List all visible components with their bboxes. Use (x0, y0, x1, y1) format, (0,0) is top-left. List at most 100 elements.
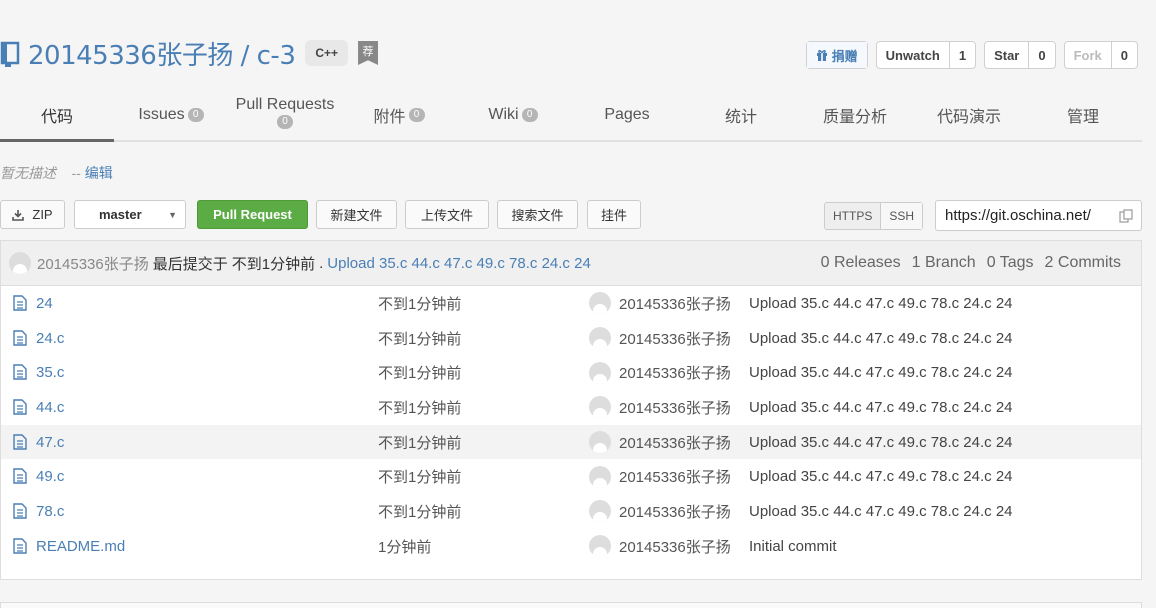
tab-wiki[interactable]: Wiki 0 (456, 90, 570, 140)
file-commit-message[interactable]: Upload 35.c 44.c 47.c 49.c 78.c 24.c 24 (749, 503, 1013, 520)
file-author[interactable]: 20145336张子扬 (619, 328, 731, 349)
avatar[interactable] (589, 292, 611, 315)
avatar[interactable] (589, 327, 611, 350)
tab-stats[interactable]: 统计 (684, 90, 798, 140)
copy-icon[interactable] (1119, 209, 1133, 223)
new-file-button[interactable]: 新建文件 (316, 200, 397, 229)
file-commit-message[interactable]: Upload 35.c 44.c 47.c 49.c 78.c 24.c 24 (749, 434, 1013, 451)
repo-name-link[interactable]: c-3 (257, 41, 296, 71)
unwatch-button[interactable]: Unwatch 1 (875, 41, 977, 69)
file-name-link[interactable]: 35.c (36, 364, 64, 381)
file-time: 不到1分钟前 (378, 330, 462, 348)
star-button[interactable]: Star 0 (984, 41, 1056, 69)
file-author[interactable]: 20145336张子扬 (619, 293, 731, 314)
avatar[interactable] (9, 252, 31, 274)
tab-pages[interactable]: Pages (570, 90, 684, 140)
edit-description-link[interactable]: 编辑 (85, 165, 113, 181)
avatar[interactable] (589, 431, 611, 454)
file-row: 35.c 不到1分钟前 20145336张子扬 Upload 35.c 44.c… (1, 355, 1141, 390)
repo-title[interactable]: 20145336张子扬 / c-3 (28, 35, 296, 72)
releases-link[interactable]: 0 Releases (821, 254, 901, 272)
tab-label: 质量分析 (822, 109, 887, 126)
tab-label: 附件 (373, 109, 406, 126)
commit-prefix: 最后提交于 (152, 255, 228, 273)
file-author[interactable]: 20145336张子扬 (619, 536, 731, 557)
star-label[interactable]: Star (985, 42, 1028, 68)
repo-separator: / (232, 40, 257, 71)
tab-label: 管理 (1066, 109, 1099, 126)
repo-tabs: 代码 Issues 0 Pull Requests 0 附件 0 Wiki 0 Pag… (0, 90, 1142, 142)
file-row: 49.c 不到1分钟前 20145336张子扬 Upload 35.c 44.c… (1, 459, 1141, 494)
tab-count-badge: 0 (187, 108, 204, 122)
file-commit-message[interactable]: Upload 35.c 44.c 47.c 49.c 78.c 24.c 24 (749, 330, 1013, 347)
commits-link[interactable]: 2 Commits (1045, 254, 1121, 272)
tab-attachments[interactable]: 附件 0 (342, 90, 456, 140)
file-time: 不到1分钟前 (378, 365, 462, 383)
file-commit-message[interactable]: Upload 35.c 44.c 47.c 49.c 78.c 24.c 24 (749, 364, 1013, 381)
last-commit-bar: 20145336张子扬 最后提交于 不到1分钟前 . Upload 35.c 4… (0, 240, 1142, 286)
avatar[interactable] (589, 396, 611, 419)
tab-code[interactable]: 代码 (0, 90, 114, 142)
star-count[interactable]: 0 (1028, 42, 1054, 68)
branch-select[interactable]: master ▼ (74, 200, 186, 229)
file-name-link[interactable]: README.md (36, 538, 125, 555)
unwatch-label[interactable]: Unwatch (877, 42, 949, 68)
commit-author[interactable]: 20145336张子扬 (37, 253, 149, 274)
tab-quality-analysis[interactable]: 质量分析 (798, 90, 912, 140)
language-badge[interactable]: C++ (305, 40, 349, 66)
tab-code-demo[interactable]: 代码演示 (912, 90, 1026, 140)
file-name-link[interactable]: 44.c (36, 399, 64, 416)
file-commit-message[interactable]: Initial commit (749, 538, 837, 555)
upload-file-button[interactable]: 上传文件 (405, 200, 489, 229)
file-commit-message[interactable]: Upload 35.c 44.c 47.c 49.c 78.c 24.c 24 (749, 468, 1013, 485)
https-toggle[interactable]: HTTPS (825, 203, 880, 229)
fork-count[interactable]: 0 (1110, 42, 1137, 68)
repo-book-icon (0, 41, 20, 67)
download-icon (12, 209, 25, 221)
tab-manage[interactable]: 管理 (1026, 90, 1140, 140)
tab-label: Pull Requests (235, 96, 335, 113)
file-author[interactable]: 20145336张子扬 (619, 397, 731, 418)
file-name-link[interactable]: 24.c (36, 330, 64, 347)
tab-label: 代码 (40, 109, 73, 126)
branches-link[interactable]: 1 Branch (912, 254, 976, 272)
tab-label: Wiki (488, 106, 519, 123)
repo-actions: 捐赠 Unwatch 1 Star 0 Fork 0 (805, 41, 1138, 69)
fork-label[interactable]: Fork (1065, 42, 1111, 68)
file-author[interactable]: 20145336张子扬 (619, 466, 731, 487)
file-time: 不到1分钟前 (378, 295, 462, 313)
file-name-link[interactable]: 24 (36, 295, 53, 312)
zip-download-button[interactable]: ZIP (0, 200, 65, 229)
file-commit-message[interactable]: Upload 35.c 44.c 47.c 49.c 78.c 24.c 24 (749, 399, 1013, 416)
widget-button[interactable]: 挂件 (587, 200, 641, 229)
avatar[interactable] (589, 535, 611, 558)
avatar[interactable] (589, 361, 611, 384)
file-commit-message[interactable]: Upload 35.c 44.c 47.c 49.c 78.c 24.c 24 (749, 295, 1013, 312)
repo-owner-link[interactable]: 20145336张子扬 (28, 41, 233, 71)
pull-request-button[interactable]: Pull Request (197, 200, 308, 229)
file-name-link[interactable]: 78.c (36, 503, 64, 520)
fork-button[interactable]: Fork 0 (1063, 41, 1138, 69)
file-author[interactable]: 20145336张子扬 (619, 362, 731, 383)
avatar[interactable] (589, 500, 611, 523)
ssh-toggle[interactable]: SSH (880, 203, 923, 229)
file-author[interactable]: 20145336张子扬 (619, 432, 731, 453)
clone-url-field[interactable]: https://git.oschina.net/ (935, 200, 1142, 231)
commit-message-link[interactable]: Upload 35.c 44.c 47.c 49.c 78.c 24.c 24 (327, 255, 591, 272)
tab-pull-requests[interactable]: Pull Requests 0 (228, 90, 342, 140)
file-time: 不到1分钟前 (378, 469, 462, 487)
repo-stats: 0 Releases 1 Branch 0 Tags 2 Commits (821, 254, 1121, 272)
file-icon (13, 538, 27, 554)
avatar[interactable] (589, 465, 611, 488)
donate-button[interactable]: 捐赠 (805, 41, 868, 69)
tab-label: Pages (604, 106, 650, 123)
donate-label: 捐赠 (831, 48, 858, 64)
clone-url-text[interactable]: https://git.oschina.net/ (945, 207, 1091, 224)
file-author[interactable]: 20145336张子扬 (619, 501, 731, 522)
file-name-link[interactable]: 49.c (36, 468, 64, 485)
watch-count[interactable]: 1 (948, 42, 975, 68)
file-name-link[interactable]: 47.c (36, 434, 64, 451)
tags-link[interactable]: 0 Tags (987, 254, 1034, 272)
search-file-button[interactable]: 搜索文件 (497, 200, 578, 229)
tab-issues[interactable]: Issues 0 (114, 90, 228, 140)
